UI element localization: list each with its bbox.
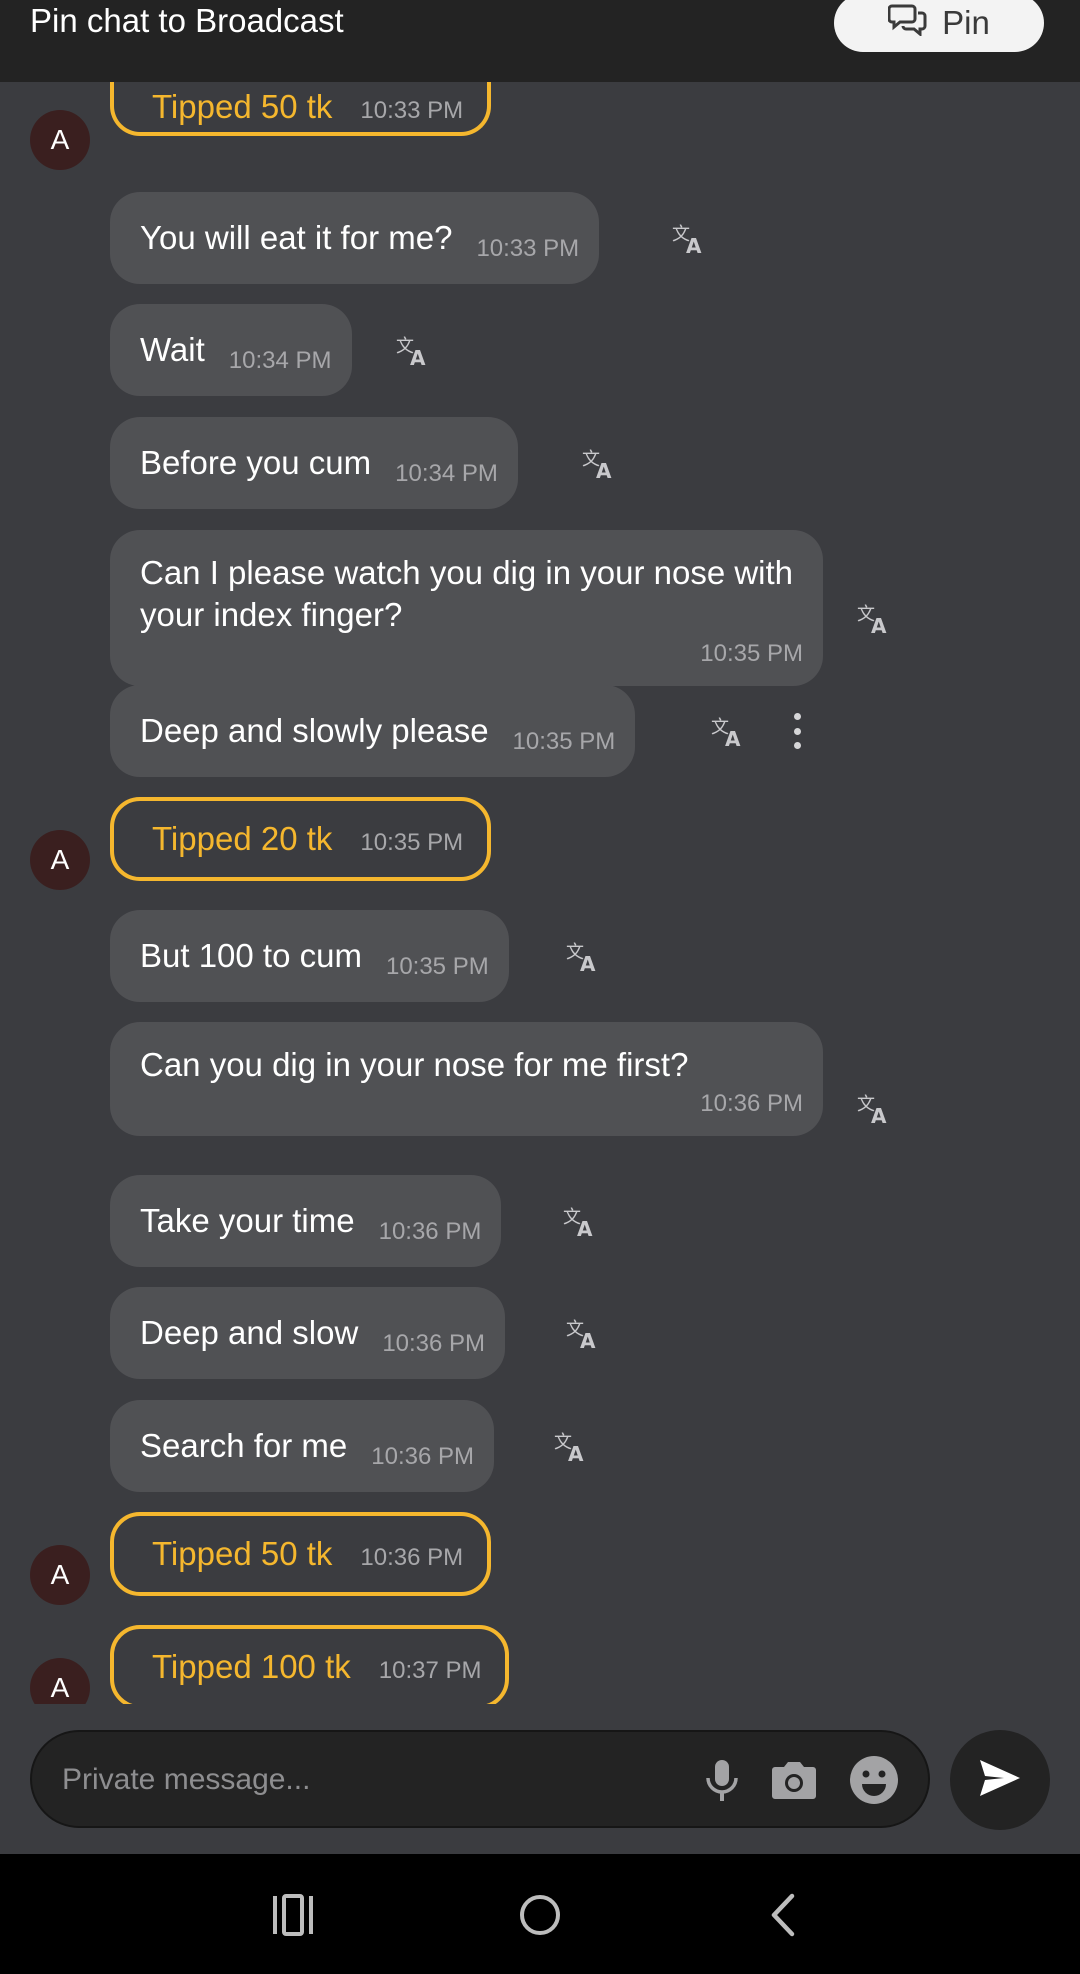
message-text: Take your time xyxy=(140,1202,355,1239)
message-time: 10:35 PM xyxy=(385,953,489,980)
message-time: 10:36 PM xyxy=(700,1090,803,1117)
system-nav-bar xyxy=(0,1854,1080,1974)
message-time: 10:34 PM xyxy=(395,460,498,487)
avatar[interactable]: A xyxy=(30,1658,90,1704)
chat-bubbles-icon xyxy=(887,2,928,44)
tip-message[interactable]: Tipped 50 tk 10:33 PM xyxy=(110,82,492,136)
private-message-input[interactable] xyxy=(60,1754,684,1806)
message-text: Search for me xyxy=(140,1427,348,1464)
translate-icon[interactable]: 文A xyxy=(565,938,601,976)
recent-apps-icon[interactable] xyxy=(268,1890,318,1940)
message-time: 10:36 PM xyxy=(378,1218,482,1245)
message-time: 10:36 PM xyxy=(360,1544,464,1571)
svg-text:A: A xyxy=(568,1442,584,1464)
message-time: 10:36 PM xyxy=(371,1443,474,1470)
message-text: Before you cum xyxy=(140,444,372,481)
message-text: Can you dig in your nose for me first? xyxy=(140,1046,689,1083)
tip-message[interactable]: Tipped 100 tk 10:37 PM xyxy=(110,1625,510,1704)
message-time: 10:37 PM xyxy=(378,1657,482,1684)
translate-icon[interactable]: 文A xyxy=(553,1428,589,1466)
tip-message[interactable]: Tipped 20 tk 10:35 PM xyxy=(110,797,492,881)
translate-icon[interactable]: 文A xyxy=(671,220,707,258)
pin-button-label: Pin xyxy=(942,4,990,41)
tip-text: Tipped 50 tk xyxy=(152,88,333,125)
message-time: 10:36 PM xyxy=(382,1330,486,1357)
translate-icon[interactable]: 文A xyxy=(856,600,892,638)
message-bubble[interactable]: Search for me 10:36 PM xyxy=(110,1400,494,1492)
svg-text:A: A xyxy=(871,614,887,636)
tip-message[interactable]: Tipped 50 tk 10:36 PM xyxy=(110,1512,492,1596)
message-bubble[interactable]: Wait 10:34 PM xyxy=(110,304,352,396)
page-title: Pin chat to Broadcast xyxy=(30,2,344,39)
more-options-icon[interactable] xyxy=(791,713,803,749)
svg-text:A: A xyxy=(686,234,702,256)
translate-icon[interactable]: 文A xyxy=(565,1315,601,1353)
send-button[interactable] xyxy=(950,1730,1050,1830)
avatar[interactable]: A xyxy=(30,830,90,890)
avatar[interactable]: A xyxy=(30,1545,90,1605)
translate-icon[interactable]: 文A xyxy=(395,332,431,370)
emoji-icon[interactable] xyxy=(848,1754,900,1806)
svg-text:A: A xyxy=(410,346,426,368)
message-bubble[interactable]: Before you cum 10:34 PM xyxy=(110,417,518,509)
svg-text:A: A xyxy=(580,1329,596,1351)
svg-text:A: A xyxy=(596,459,612,481)
microphone-icon[interactable] xyxy=(696,1754,748,1806)
message-bubble[interactable]: Take your time 10:36 PM xyxy=(110,1175,502,1267)
translate-icon[interactable]: 文A xyxy=(562,1203,598,1241)
send-icon xyxy=(976,1754,1024,1807)
translate-icon[interactable]: 文A xyxy=(710,713,746,751)
message-text: Wait xyxy=(140,331,205,368)
back-icon[interactable] xyxy=(760,1890,810,1940)
message-bubble[interactable]: But 100 to cum 10:35 PM xyxy=(110,910,509,1002)
tip-text: Tipped 20 tk xyxy=(152,820,333,857)
top-bar: Pin chat to Broadcast Pin xyxy=(0,0,1080,82)
svg-text:A: A xyxy=(580,952,596,974)
home-icon[interactable] xyxy=(515,1890,565,1940)
chat-messages[interactable]: A Tipped 50 tk 10:33 PM You will eat it … xyxy=(0,82,1080,1704)
message-time: 10:33 PM xyxy=(476,235,580,262)
translate-icon[interactable]: 文A xyxy=(581,445,617,483)
message-bubble[interactable]: Deep and slow 10:36 PM xyxy=(110,1287,506,1379)
camera-icon[interactable] xyxy=(768,1754,820,1806)
message-time: 10:35 PM xyxy=(360,829,464,856)
message-time: 10:34 PM xyxy=(228,347,332,374)
svg-text:A: A xyxy=(725,727,741,749)
message-text: But 100 to cum xyxy=(140,937,362,974)
message-bubble[interactable]: Can you dig in your nose for me first? 1… xyxy=(110,1022,823,1136)
message-composer xyxy=(30,1730,930,1828)
tip-text: Tipped 50 tk xyxy=(152,1535,333,1572)
message-bubble[interactable]: You will eat it for me? 10:33 PM xyxy=(110,192,600,284)
avatar[interactable]: A xyxy=(30,110,90,170)
message-bubble[interactable]: Can I please watch you dig in your nose … xyxy=(110,530,823,686)
svg-text:A: A xyxy=(871,1104,887,1126)
message-bubble[interactable]: Deep and slowly please 10:35 PM xyxy=(110,685,636,777)
pin-button[interactable]: Pin xyxy=(834,0,1044,52)
translate-icon[interactable]: 文A xyxy=(856,1090,892,1128)
message-text: You will eat it for me? xyxy=(140,219,453,256)
message-text: Deep and slow xyxy=(140,1314,359,1351)
svg-text:A: A xyxy=(577,1217,593,1239)
message-time: 10:33 PM xyxy=(360,97,464,124)
message-text: Deep and slowly please xyxy=(140,712,489,749)
message-text: Can I please watch you dig in your nose … xyxy=(140,554,794,633)
message-time: 10:35 PM xyxy=(512,728,616,755)
message-time: 10:35 PM xyxy=(700,640,803,667)
tip-text: Tipped 100 tk xyxy=(152,1648,351,1685)
